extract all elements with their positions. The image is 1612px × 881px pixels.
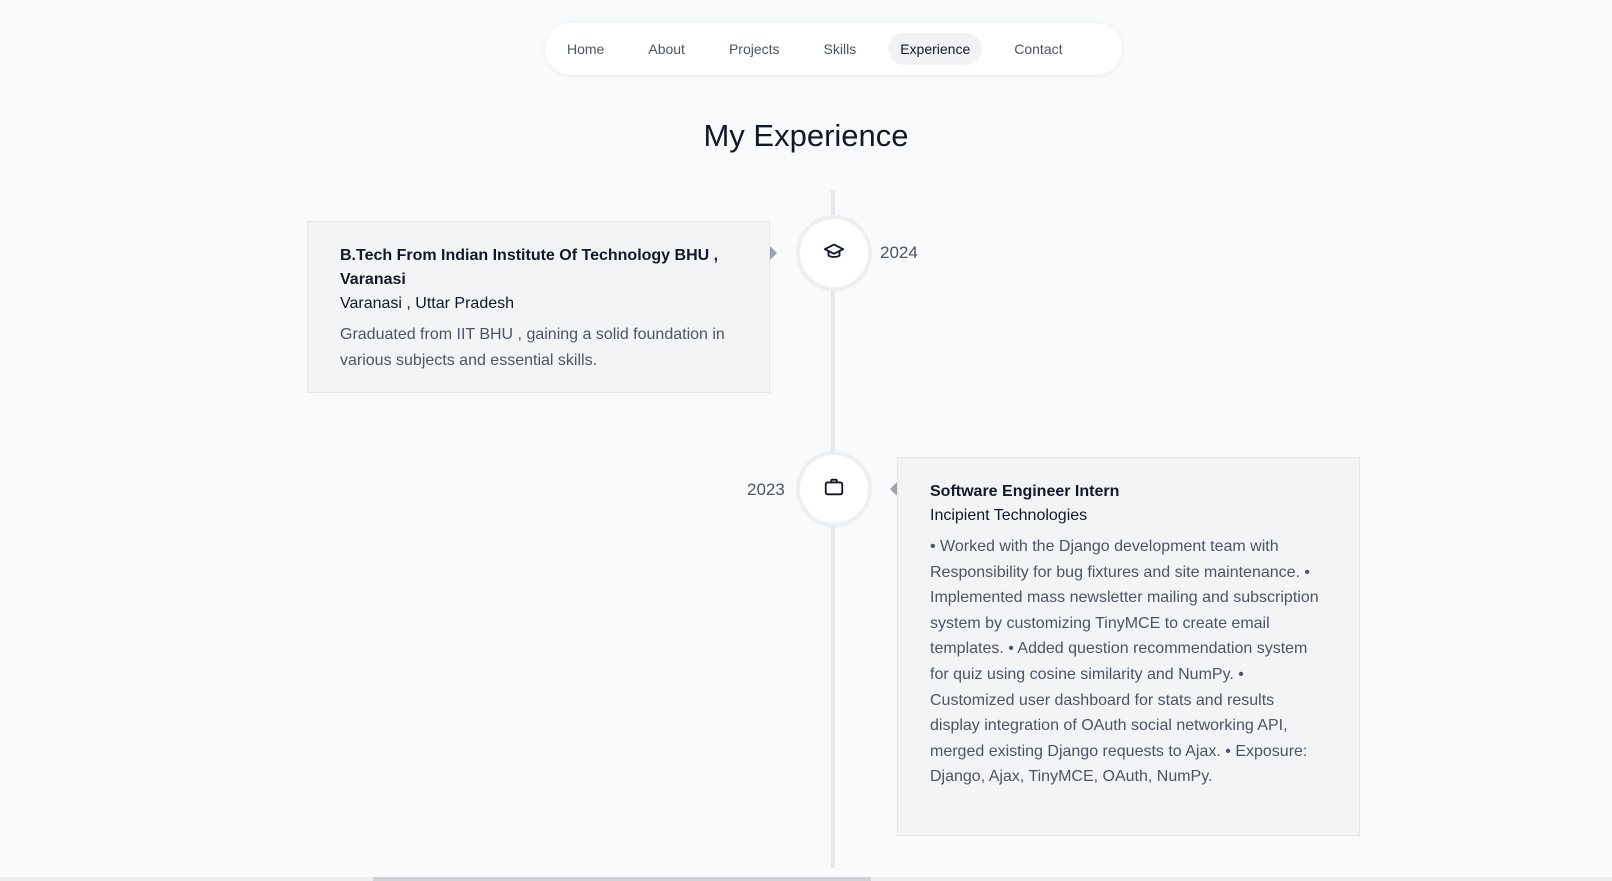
timeline-date: 2023 [747, 480, 785, 499]
nav-projects[interactable]: Projects [717, 33, 792, 65]
nav-experience[interactable]: Experience [888, 33, 983, 65]
card-pointer [890, 482, 897, 496]
page-title: My Experience [703, 118, 909, 153]
card-pointer [770, 246, 777, 260]
timeline-line [831, 190, 835, 868]
card-description: Graduated from IIT BHU , gaining a solid… [340, 326, 725, 369]
horizontal-scrollbar-thumb[interactable] [373, 877, 871, 881]
timeline-card-education: B.Tech From Indian Institute Of Technolo… [307, 221, 770, 393]
nav-contact[interactable]: Contact [1002, 33, 1074, 65]
nav-skills[interactable]: Skills [812, 33, 869, 65]
card-description: • Worked with the Django development tea… [930, 538, 1319, 786]
timeline-date: 2024 [880, 243, 918, 262]
briefcase-icon [823, 476, 845, 503]
nav-home[interactable]: Home [555, 33, 616, 65]
top-navigation: Home About Projects Skills Experience Co… [545, 23, 1122, 75]
timeline-card-internship: Software Engineer Intern Incipient Techn… [897, 457, 1360, 836]
graduation-cap-icon [823, 240, 845, 267]
card-subtitle: Varanasi , Uttar Pradesh [340, 295, 515, 312]
card-title: B.Tech From Indian Institute Of Technolo… [340, 247, 719, 288]
timeline-node [800, 219, 868, 287]
card-subtitle: Incipient Technologies [930, 507, 1088, 524]
timeline-node [800, 455, 868, 523]
card-title: Software Engineer Intern [930, 483, 1120, 500]
nav-about[interactable]: About [636, 33, 697, 65]
